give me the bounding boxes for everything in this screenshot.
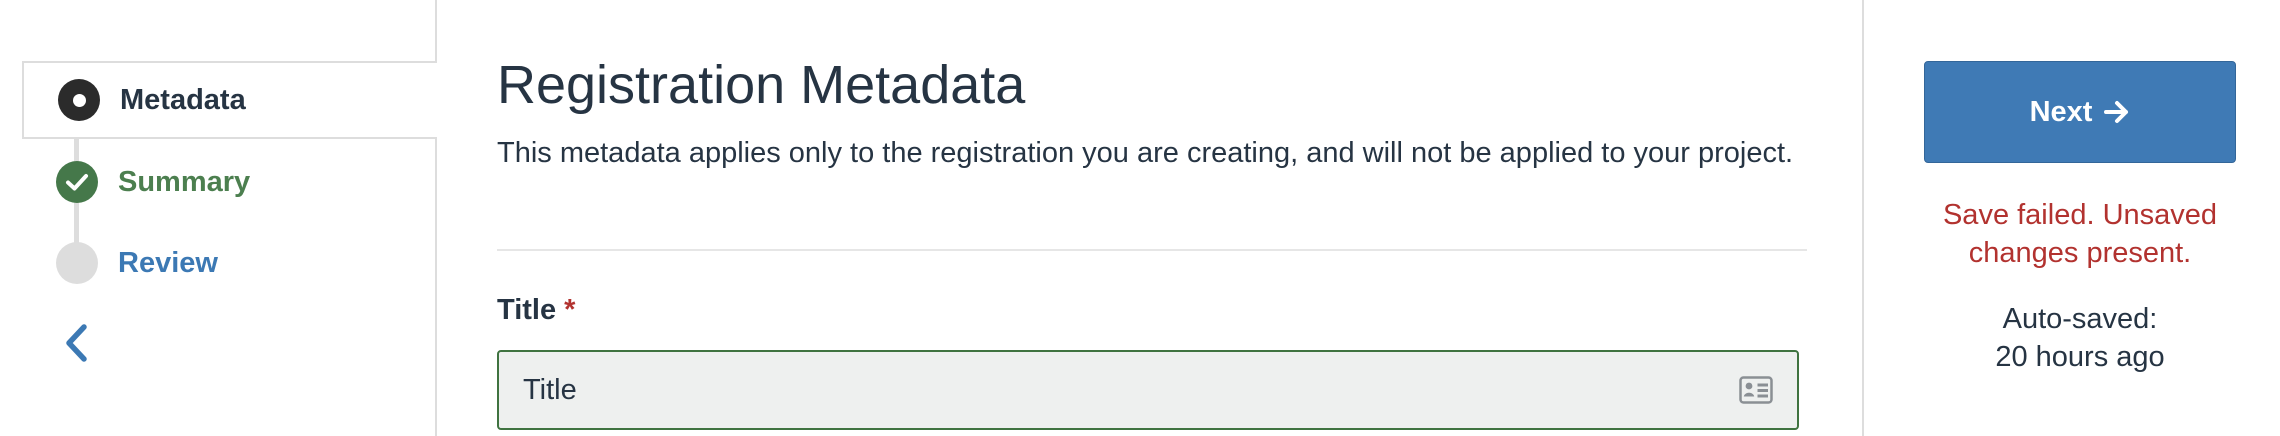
save-failed-message: Save failed. Unsaved changes present. — [1942, 199, 2218, 269]
divider — [497, 249, 1807, 251]
page-title: Registration Metadata — [497, 55, 1026, 115]
chevron-left-icon — [66, 324, 87, 362]
step-metadata[interactable]: Metadata — [22, 61, 437, 139]
title-field-label: Title * — [497, 294, 575, 327]
check-circle-icon — [56, 161, 98, 203]
page-description: This metadata applies only to the regist… — [497, 137, 1794, 169]
required-marker: * — [564, 294, 576, 326]
arrow-right-icon — [2104, 101, 2129, 123]
registration-step-sidebar: Metadata Summary Review — [0, 0, 437, 436]
id-card-icon — [1739, 376, 1773, 404]
registration-actions-panel: Next Save failed. Unsaved changes presen… — [1862, 0, 2280, 436]
step-label: Metadata — [120, 83, 246, 116]
autosave-status: Auto-saved: 20 hours ago — [1894, 300, 2266, 376]
autosave-time: 20 hours ago — [1995, 341, 2165, 373]
title-label-text: Title — [497, 294, 557, 326]
step-label: Review — [118, 246, 218, 279]
metadata-form: Registration Metadata This metadata appl… — [497, 0, 1807, 436]
collapse-sidebar-button[interactable] — [58, 318, 94, 368]
step-label: Summary — [118, 165, 251, 198]
step-review[interactable]: Review — [22, 224, 437, 302]
step-summary[interactable]: Summary — [22, 143, 437, 221]
autosave-label: Auto-saved: — [2002, 303, 2158, 335]
next-button[interactable]: Next — [1924, 61, 2236, 163]
next-button-label: Next — [2029, 95, 2093, 128]
title-input[interactable] — [497, 350, 1799, 430]
current-step-icon — [58, 79, 100, 121]
pending-step-icon — [56, 242, 98, 284]
